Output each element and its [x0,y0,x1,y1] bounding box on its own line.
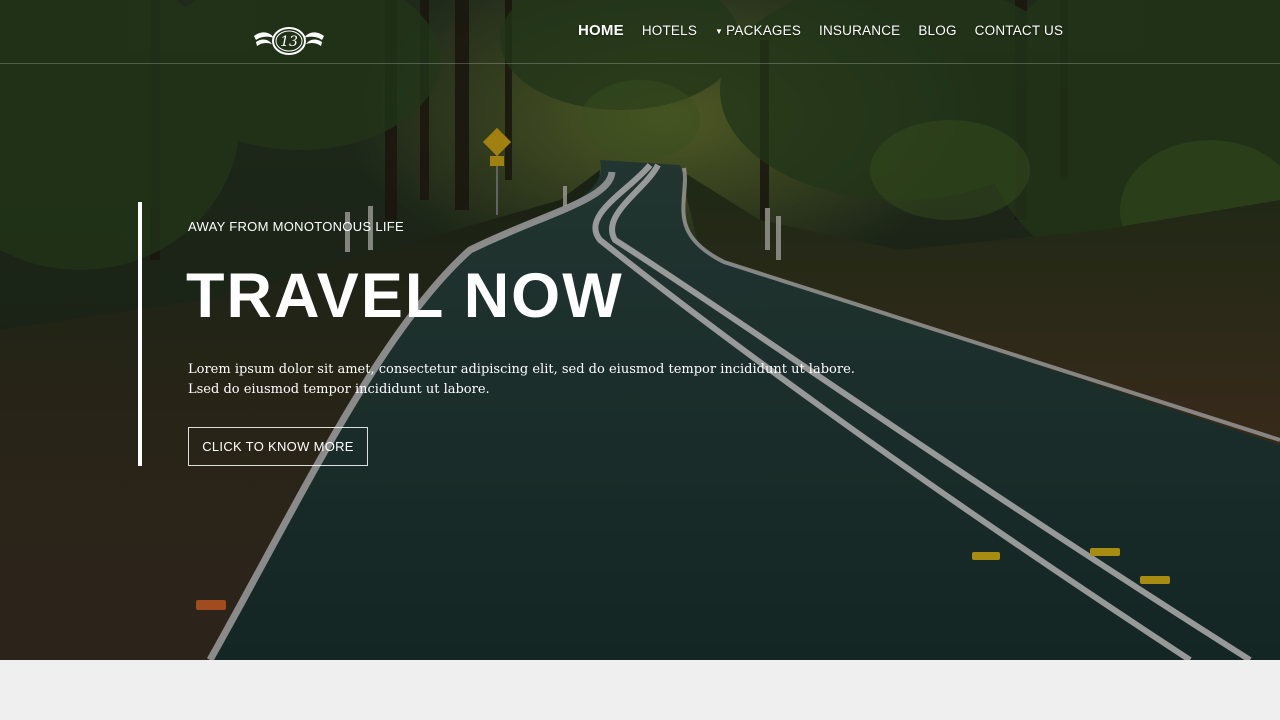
site-logo[interactable]: 13 [252,24,326,58]
hero-description-line-1: Lorem ipsum dolor sit amet, consectetur … [188,362,855,377]
nav-item-packages[interactable]: ▼ PACKAGES [715,23,801,38]
nav-item-insurance[interactable]: INSURANCE [819,23,900,38]
know-more-button[interactable]: CLICK TO KNOW MORE [188,427,368,466]
nav-item-hotels[interactable]: HOTELS [642,23,697,38]
top-navbar: 13 HOME HOTELS ▼ PACKAGES INSURANCE BLOG… [0,0,1280,64]
hero-description: Lorem ipsum dolor sit amet, consectetur … [188,360,878,400]
nav-item-home[interactable]: HOME [578,22,624,39]
nav-item-contact-us[interactable]: CONTACT US [975,23,1064,38]
hero-content: AWAY FROM MONOTONOUS LIFE TRAVEL NOW Lor… [138,202,878,466]
nav-item-blog[interactable]: BLOG [918,23,956,38]
nav-item-packages-label: PACKAGES [726,23,802,38]
winged-emblem-icon: 13 [254,27,324,55]
below-hero-area [0,660,1280,720]
hero-description-line-2: Lsed do eiusmod tempor incididunt ut lab… [188,382,490,397]
hero-section: 13 HOME HOTELS ▼ PACKAGES INSURANCE BLOG… [0,0,1280,660]
logo-text: 13 [280,34,298,50]
caret-down-icon: ▼ [715,26,724,36]
main-nav: HOME HOTELS ▼ PACKAGES INSURANCE BLOG CO… [578,22,1063,39]
hero-accent-bar [138,202,142,466]
hero-headline: TRAVEL NOW [186,261,624,331]
hero-eyebrow: AWAY FROM MONOTONOUS LIFE [188,219,404,234]
